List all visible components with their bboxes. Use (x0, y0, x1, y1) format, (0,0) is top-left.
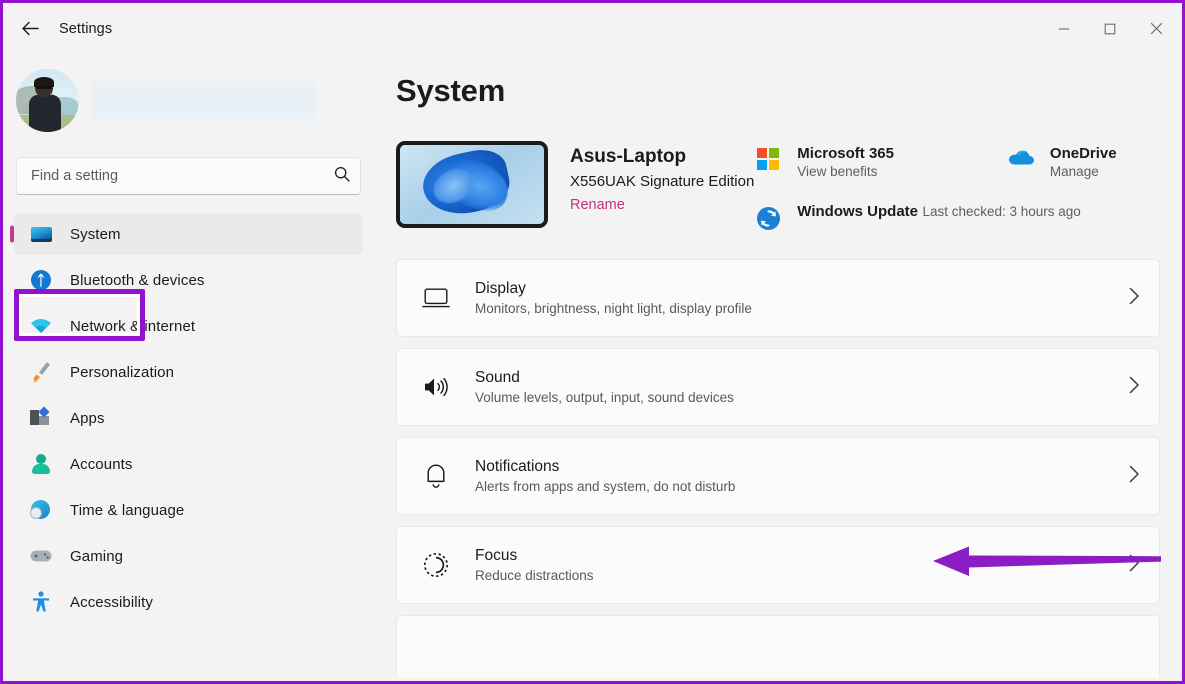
onedrive-cloud-icon (1007, 145, 1035, 173)
sidebar-item-label: Personalization (70, 363, 175, 381)
sidebar-item-bluetooth-devices[interactable]: ᛏ Bluetooth & devices (14, 259, 363, 301)
clock-globe-icon (30, 499, 52, 521)
device-hero: Asus-Laptop X556UAK Signature Edition Re… (396, 141, 1160, 231)
sidebar: System ᛏ Bluetooth & devices Network & i… (6, 51, 373, 678)
chevron-right-icon[interactable] (1128, 375, 1141, 400)
device-thumbnail (396, 141, 548, 228)
microsoft-logo-icon (754, 145, 782, 173)
service-microsoft-365[interactable]: Microsoft 365 View benefits (754, 145, 965, 181)
close-icon[interactable] (1133, 6, 1179, 51)
focus-moon-icon (419, 551, 453, 579)
sidebar-item-system[interactable]: System (14, 213, 363, 255)
card-title: Sound (475, 369, 520, 386)
sidebar-item-time-language[interactable]: Time & language (14, 489, 363, 531)
gamepad-icon (30, 545, 52, 567)
sidebar-item-accounts[interactable]: Accounts (14, 443, 363, 485)
title-bar: Settings (6, 6, 1179, 51)
sidebar-item-apps[interactable]: Apps (14, 397, 363, 439)
speaker-icon (419, 375, 453, 399)
service-title: OneDrive (1049, 145, 1117, 162)
wifi-icon (30, 315, 52, 337)
search-input[interactable] (31, 168, 334, 184)
settings-card-focus[interactable]: Focus Reduce distractions (396, 526, 1160, 604)
chevron-right-icon[interactable] (1128, 286, 1141, 311)
device-summary: Asus-Laptop X556UAK Signature Edition Re… (396, 141, 754, 228)
search-icon[interactable] (334, 166, 350, 187)
card-title: Display (475, 280, 526, 297)
settings-window: Settings Find a setting System ᛏ Bluetoo… (6, 6, 1179, 678)
apps-icon (30, 406, 52, 429)
service-sub: Last checked: 3 hours ago (922, 204, 1081, 219)
chevron-right-icon[interactable] (1128, 464, 1141, 489)
card-title: Focus (475, 547, 518, 564)
avatar (16, 68, 79, 132)
minimize-icon[interactable] (1041, 6, 1087, 51)
sidebar-item-label: Apps (70, 409, 105, 427)
back-arrow-icon[interactable] (10, 13, 50, 45)
card-subtitle: Reduce distractions (475, 568, 594, 583)
card-subtitle: Volume levels, output, input, sound devi… (475, 390, 734, 405)
person-icon (30, 453, 52, 475)
sidebar-item-personalization[interactable]: Personalization (14, 351, 363, 393)
sidebar-item-label: Accounts (70, 455, 133, 473)
monitor-icon (30, 223, 52, 245)
annotation-frame: Settings Find a setting System ᛏ Bluetoo… (0, 0, 1185, 684)
window-controls (1041, 6, 1179, 51)
maximize-icon[interactable] (1087, 6, 1133, 51)
sidebar-nav: System ᛏ Bluetooth & devices Network & i… (6, 213, 373, 623)
service-sub[interactable]: View benefits (797, 164, 877, 179)
accessibility-icon (30, 591, 52, 613)
account-name-redacted (91, 81, 315, 119)
device-info: Asus-Laptop X556UAK Signature Edition Re… (570, 141, 754, 214)
sidebar-item-label: System (70, 225, 121, 243)
settings-card-sound[interactable]: Sound Volume levels, output, input, soun… (396, 348, 1160, 426)
search-box[interactable] (16, 157, 361, 195)
service-sub[interactable]: Manage (1050, 164, 1099, 179)
app-title: Settings (59, 20, 113, 37)
window-body: System ᛏ Bluetooth & devices Network & i… (6, 51, 1179, 678)
sidebar-item-accessibility[interactable]: Accessibility (14, 581, 363, 623)
account-profile[interactable] (16, 61, 373, 139)
main-content: System Asus-Laptop X556UAK Signature Edi… (373, 51, 1179, 678)
settings-card-notifications[interactable]: Notifications Alerts from apps and syste… (396, 437, 1160, 515)
update-sync-icon (754, 203, 782, 231)
sidebar-item-label: Bluetooth & devices (70, 271, 205, 289)
page-title: System (396, 73, 506, 108)
sidebar-item-label: Time & language (70, 501, 185, 519)
cloud-services: Microsoft 365 View benefits OneDrive Man… (754, 141, 1160, 231)
settings-card-partial[interactable] (396, 615, 1160, 678)
sidebar-item-network-internet[interactable]: Network & internet (14, 305, 363, 347)
card-subtitle: Monitors, brightness, night light, displ… (475, 301, 752, 316)
bluetooth-icon: ᛏ (30, 269, 52, 291)
sidebar-item-label: Accessibility (70, 593, 153, 611)
services-row: Microsoft 365 View benefits OneDrive Man… (754, 145, 1160, 181)
service-title: Microsoft 365 (797, 145, 894, 162)
card-title: Notifications (475, 458, 560, 475)
sidebar-item-label: Network & internet (70, 317, 196, 335)
settings-card-display[interactable]: Display Monitors, brightness, night ligh… (396, 259, 1160, 337)
device-model: X556UAK Signature Edition (570, 173, 755, 190)
sidebar-item-gaming[interactable]: Gaming (14, 535, 363, 577)
monitor-outline-icon (419, 287, 453, 309)
settings-card-list: Display Monitors, brightness, night ligh… (396, 259, 1160, 678)
bell-icon (419, 463, 453, 489)
chevron-right-icon[interactable] (1128, 553, 1141, 578)
service-onedrive[interactable]: OneDrive Manage (1007, 145, 1160, 181)
rename-link[interactable]: Rename (570, 197, 625, 213)
paintbrush-icon (30, 361, 52, 383)
service-windows-update[interactable]: Windows Update Last checked: 3 hours ago (754, 203, 1160, 231)
card-subtitle: Alerts from apps and system, do not dist… (475, 479, 736, 494)
device-name: Asus-Laptop (570, 146, 687, 167)
service-title: Windows Update (797, 203, 918, 220)
sidebar-item-label: Gaming (70, 547, 124, 565)
